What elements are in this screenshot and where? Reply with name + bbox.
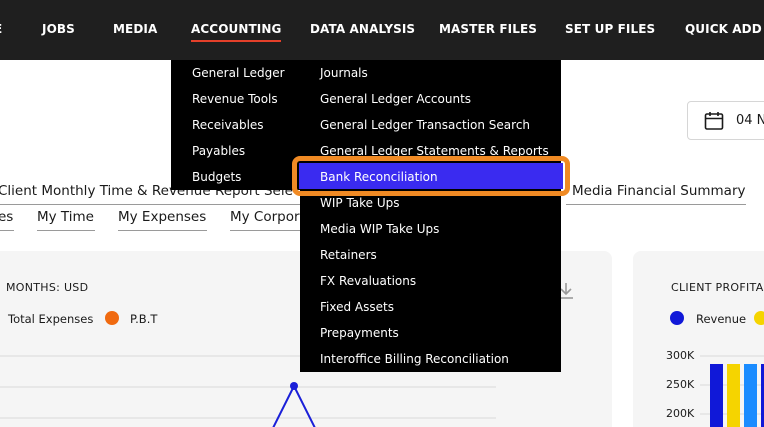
menu-item-media-wip-take-ups[interactable]: Media WIP Take Ups xyxy=(320,222,439,236)
bar xyxy=(727,364,740,427)
data-point xyxy=(290,382,298,390)
menu-item-fx-revaluations[interactable]: FX Revaluations xyxy=(320,274,416,288)
tab-partial[interactable]: es xyxy=(0,209,13,225)
nav-item-accounting[interactable]: ACCOUNTING xyxy=(191,22,282,42)
nav-item-master-files[interactable]: MASTER FILES xyxy=(439,22,537,36)
menu-item-interoffice-billing-reconciliation[interactable]: Interoffice Billing Reconciliation xyxy=(320,352,509,366)
tab-underline xyxy=(118,230,207,231)
widget-title: CLIENT PROFITAB xyxy=(671,281,764,294)
nav-item-data-analysis[interactable]: DATA ANALYSIS xyxy=(310,22,415,36)
y-tick: 300K xyxy=(666,349,695,362)
tab-underline xyxy=(0,204,300,205)
legend-dot-series2 xyxy=(754,311,764,325)
menu-item-revenue-tools[interactable]: Revenue Tools xyxy=(192,92,278,106)
nav-item-partial[interactable]: E xyxy=(0,22,2,36)
bar xyxy=(744,364,757,427)
legend-dot-revenue xyxy=(670,311,684,325)
legend-revenue[interactable]: Revenue xyxy=(696,312,746,326)
nav-item-set-up-files[interactable]: SET UP FILES xyxy=(565,22,655,36)
menu-item-budgets[interactable]: Budgets xyxy=(192,170,241,184)
legend-total-expenses[interactable]: Total Expenses xyxy=(8,312,93,326)
legend-dot-pbt xyxy=(105,311,119,325)
menu-item-gl-statements-reports[interactable]: General Ledger Statements & Reports xyxy=(320,144,549,156)
tab-my-time[interactable]: My Time xyxy=(37,209,94,225)
menu-item-fixed-assets[interactable]: Fixed Assets xyxy=(320,300,394,314)
tab-underline xyxy=(0,230,14,231)
top-nav: E JOBS MEDIA ACCOUNTING DATA ANALYSIS MA… xyxy=(0,0,764,60)
series-line xyxy=(272,383,316,427)
tab-my-corporate[interactable]: My Corpor xyxy=(230,209,300,225)
menu-item-payables[interactable]: Payables xyxy=(192,144,245,158)
tab-underline xyxy=(230,230,300,231)
y-tick: 250K xyxy=(666,378,695,391)
calendar-icon xyxy=(704,111,724,136)
nav-item-jobs[interactable]: JOBS xyxy=(42,22,75,36)
menu-item-retainers[interactable]: Retainers xyxy=(320,248,377,262)
menu-item-gl-transaction-search[interactable]: General Ledger Transaction Search xyxy=(320,118,530,132)
tab-underline xyxy=(37,230,95,231)
tab-underline xyxy=(566,204,746,205)
menu-item-gl-accounts[interactable]: General Ledger Accounts xyxy=(320,92,471,106)
bar xyxy=(710,364,723,427)
nav-item-media[interactable]: MEDIA xyxy=(113,22,157,36)
y-tick: 200K xyxy=(666,407,695,420)
nav-item-quick-add[interactable]: QUICK ADD xyxy=(685,22,762,36)
widget-title: MONTHS: USD xyxy=(6,281,89,294)
menu-item-journals[interactable]: Journals xyxy=(320,66,368,80)
menu-item-receivables[interactable]: Receivables xyxy=(192,118,264,132)
tab-media-financial-summary[interactable]: Media Financial Summary xyxy=(572,183,745,199)
menu-item-prepayments[interactable]: Prepayments xyxy=(320,326,399,340)
date-value: 04 N xyxy=(736,113,764,128)
bar-chart xyxy=(700,355,764,427)
menu-item-wip-take-ups[interactable]: WIP Take Ups xyxy=(320,196,400,210)
menu-item-general-ledger[interactable]: General Ledger xyxy=(192,66,285,80)
menu-item-bank-reconciliation[interactable]: Bank Reconciliation xyxy=(320,170,438,184)
legend-pbt[interactable]: P.B.T xyxy=(130,312,157,326)
tab-my-expenses[interactable]: My Expenses xyxy=(118,209,206,225)
